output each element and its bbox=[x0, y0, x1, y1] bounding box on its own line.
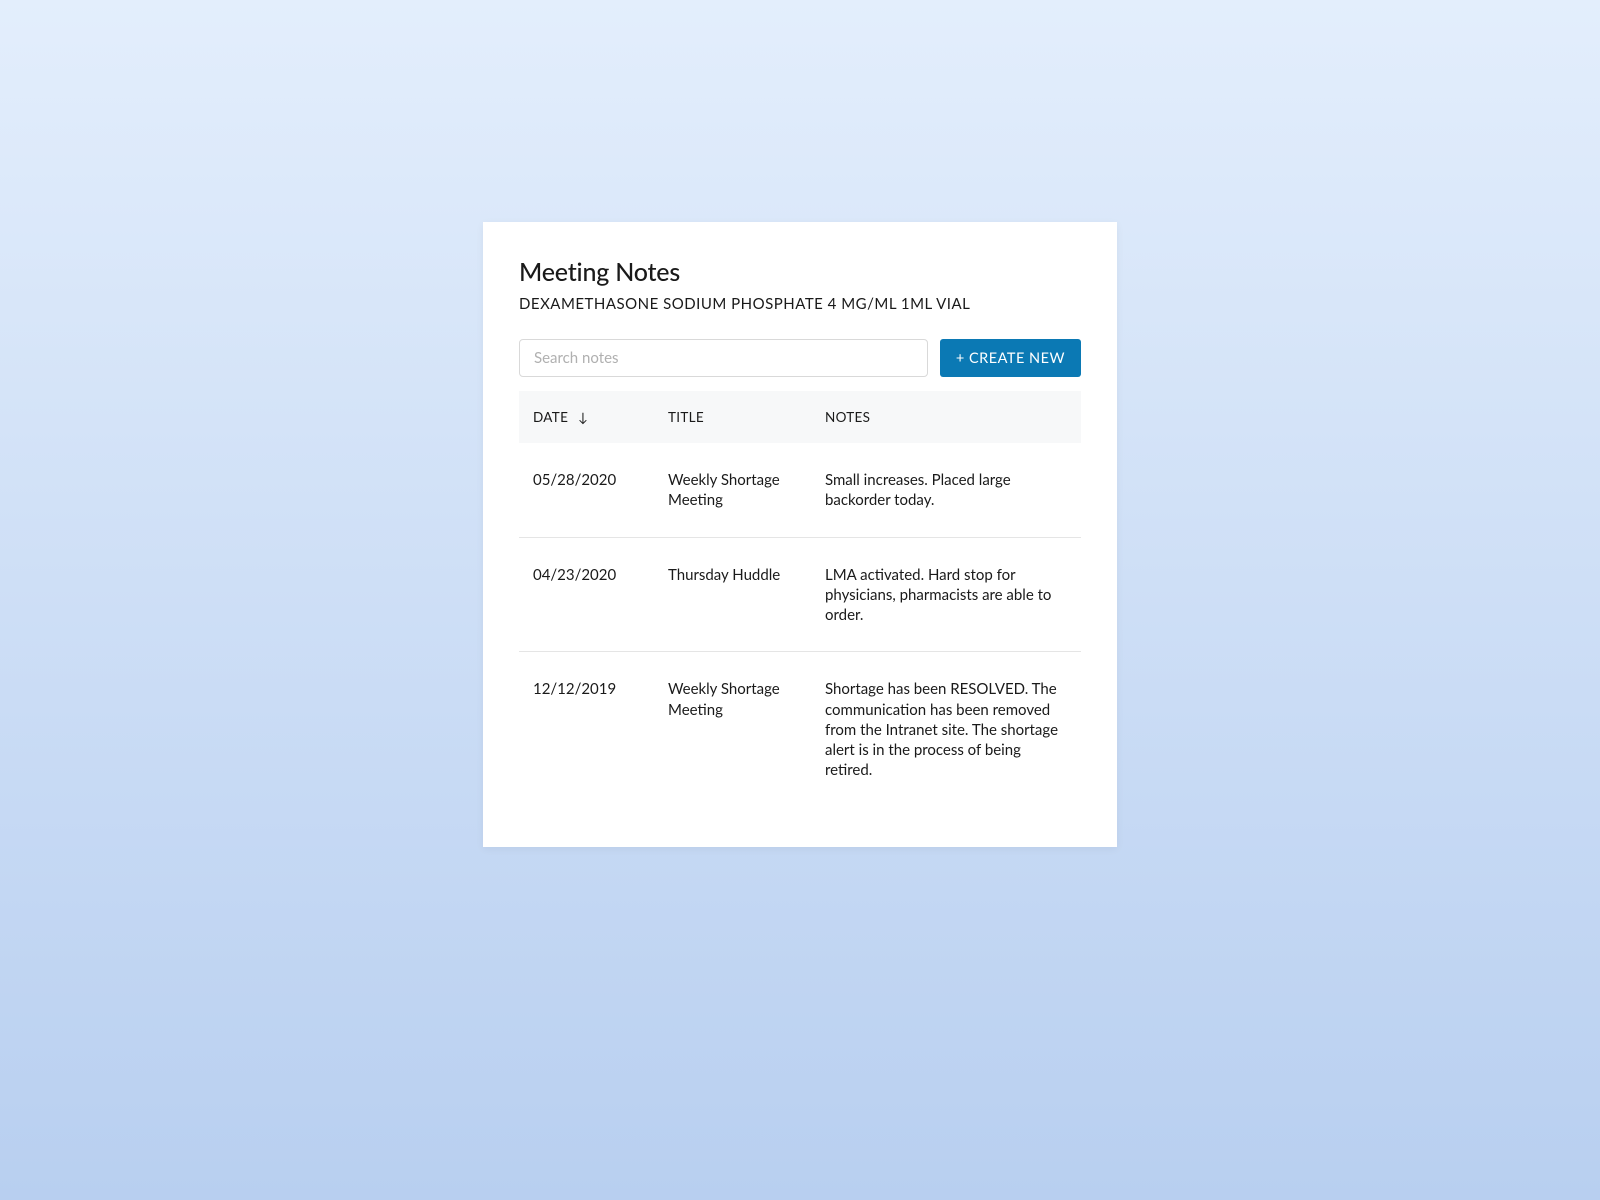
search-input[interactable] bbox=[519, 339, 928, 377]
cell-date: 05/28/2020 bbox=[533, 470, 668, 511]
page-subtitle: DEXAMETHASONE SODIUM PHOSPHATE 4 MG/ML 1… bbox=[519, 295, 1081, 313]
column-header-date-label: DATE bbox=[533, 409, 568, 425]
cell-title: Weekly Shortage Meeting bbox=[668, 470, 825, 511]
table-row[interactable]: 05/28/2020 Weekly Shortage Meeting Small… bbox=[519, 443, 1081, 538]
column-header-title[interactable]: TITLE bbox=[668, 409, 825, 425]
create-new-button[interactable]: + CREATE NEW bbox=[940, 339, 1081, 377]
table-header: DATE ↓ TITLE NOTES bbox=[519, 391, 1081, 443]
cell-notes: Small increases. Placed large backorder … bbox=[825, 470, 1067, 511]
controls-row: + CREATE NEW bbox=[519, 339, 1081, 377]
page-title: Meeting Notes bbox=[519, 257, 1081, 287]
cell-title: Thursday Huddle bbox=[668, 565, 825, 626]
column-header-date[interactable]: DATE ↓ bbox=[533, 409, 668, 425]
column-header-title-label: TITLE bbox=[668, 409, 704, 425]
cell-title: Weekly Shortage Meeting bbox=[668, 679, 825, 780]
cell-notes: Shortage has been RESOLVED. The communic… bbox=[825, 679, 1067, 780]
column-header-notes[interactable]: NOTES bbox=[825, 409, 1067, 425]
table-body: 05/28/2020 Weekly Shortage Meeting Small… bbox=[519, 443, 1081, 807]
column-header-notes-label: NOTES bbox=[825, 409, 870, 425]
cell-date: 04/23/2020 bbox=[533, 565, 668, 626]
cell-date: 12/12/2019 bbox=[533, 679, 668, 780]
table-row[interactable]: 04/23/2020 Thursday Huddle LMA activated… bbox=[519, 538, 1081, 653]
cell-notes: LMA activated. Hard stop for physicians,… bbox=[825, 565, 1067, 626]
meeting-notes-card: Meeting Notes DEXAMETHASONE SODIUM PHOSP… bbox=[483, 222, 1117, 847]
table-row[interactable]: 12/12/2019 Weekly Shortage Meeting Short… bbox=[519, 652, 1081, 806]
sort-descending-icon: ↓ bbox=[578, 409, 588, 425]
